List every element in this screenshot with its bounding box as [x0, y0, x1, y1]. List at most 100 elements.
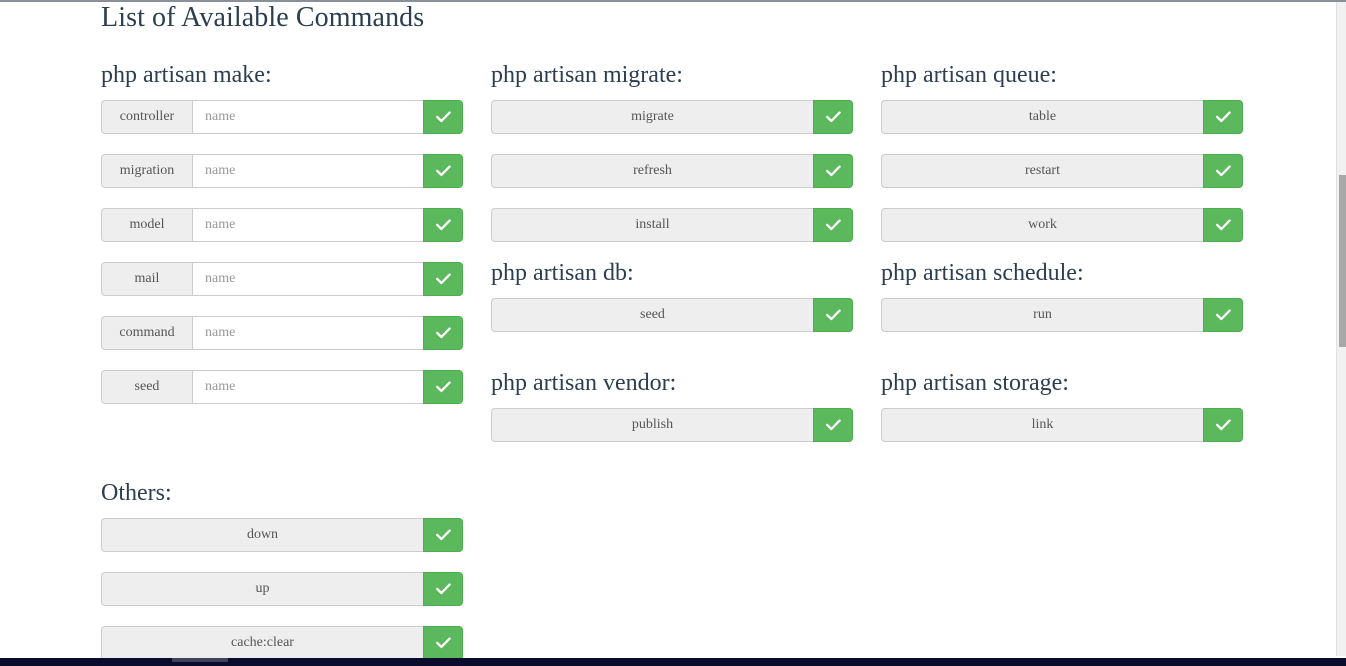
- check-icon: [826, 111, 841, 123]
- vertical-scrollbar[interactable]: [1336, 2, 1346, 656]
- section-schedule: php artisan schedule: run: [881, 258, 1243, 352]
- command-label-addon: command: [101, 316, 193, 350]
- section-make: php artisan make: controller migration mode…: [101, 60, 463, 424]
- run-command-button[interactable]: [1203, 208, 1243, 242]
- command-row: link: [881, 408, 1243, 442]
- command-label: seed: [491, 298, 813, 332]
- run-command-button[interactable]: [813, 100, 853, 134]
- check-icon: [436, 273, 451, 285]
- page-title: List of Available Commands: [101, 2, 424, 38]
- run-command-button[interactable]: [423, 100, 463, 134]
- section-title-schedule: php artisan schedule:: [881, 258, 1243, 288]
- command-label-addon: model: [101, 208, 193, 242]
- command-row: restart: [881, 154, 1243, 188]
- command-row: migration: [101, 154, 463, 188]
- check-icon: [436, 529, 451, 541]
- check-icon: [436, 165, 451, 177]
- run-command-button[interactable]: [813, 154, 853, 188]
- taskbar-item[interactable]: [172, 658, 228, 662]
- command-row: up: [101, 572, 463, 606]
- run-command-button[interactable]: [813, 208, 853, 242]
- command-label: refresh: [491, 154, 813, 188]
- check-icon: [436, 583, 451, 595]
- check-icon: [436, 637, 451, 649]
- taskbar: [0, 658, 1346, 666]
- run-command-button[interactable]: [1203, 298, 1243, 332]
- run-command-button[interactable]: [423, 316, 463, 350]
- command-row: install: [491, 208, 853, 242]
- section-title-others: Others:: [101, 478, 463, 508]
- section-migrate: php artisan migrate: migrate refresh instal…: [491, 60, 853, 262]
- command-label: down: [101, 518, 423, 552]
- command-row: migrate: [491, 100, 853, 134]
- run-command-button[interactable]: [423, 154, 463, 188]
- run-command-button[interactable]: [423, 370, 463, 404]
- check-icon: [826, 419, 841, 431]
- section-db: php artisan db: seed: [491, 258, 853, 352]
- command-label-addon: mail: [101, 262, 193, 296]
- run-command-button[interactable]: [423, 572, 463, 606]
- check-icon: [436, 327, 451, 339]
- command-row: seed: [491, 298, 853, 332]
- run-command-button[interactable]: [1203, 100, 1243, 134]
- command-label: install: [491, 208, 813, 242]
- command-row: cache:clear: [101, 626, 463, 658]
- page-content: List of Available Commands php artisan m…: [0, 2, 1336, 658]
- check-icon: [436, 219, 451, 231]
- command-row: mail: [101, 262, 463, 296]
- check-icon: [1216, 419, 1231, 431]
- check-icon: [826, 219, 841, 231]
- scrollbar-thumb[interactable]: [1339, 175, 1346, 347]
- section-title-migrate: php artisan migrate:: [491, 60, 853, 90]
- command-row: work: [881, 208, 1243, 242]
- command-label-addon: migration: [101, 154, 193, 188]
- run-command-button[interactable]: [423, 262, 463, 296]
- check-icon: [1216, 309, 1231, 321]
- name-input[interactable]: [193, 316, 423, 350]
- section-title-make: php artisan make:: [101, 60, 463, 90]
- name-input[interactable]: [193, 262, 423, 296]
- command-row: run: [881, 298, 1243, 332]
- command-label: table: [881, 100, 1203, 134]
- section-title-queue: php artisan queue:: [881, 60, 1243, 90]
- check-icon: [1216, 165, 1231, 177]
- command-row: model: [101, 208, 463, 242]
- run-command-button[interactable]: [813, 298, 853, 332]
- name-input[interactable]: [193, 208, 423, 242]
- check-icon: [1216, 219, 1231, 231]
- section-queue: php artisan queue: table restart work: [881, 60, 1243, 262]
- check-icon: [1216, 111, 1231, 123]
- command-row: controller: [101, 100, 463, 134]
- command-row: seed: [101, 370, 463, 404]
- command-row: down: [101, 518, 463, 552]
- command-label: work: [881, 208, 1203, 242]
- section-vendor: php artisan vendor: publish: [491, 368, 853, 462]
- command-label-addon: seed: [101, 370, 193, 404]
- check-icon: [826, 165, 841, 177]
- check-icon: [436, 381, 451, 393]
- check-icon: [436, 111, 451, 123]
- run-command-button[interactable]: [423, 626, 463, 658]
- name-input[interactable]: [193, 100, 423, 134]
- run-command-button[interactable]: [423, 518, 463, 552]
- command-label: up: [101, 572, 423, 606]
- name-input[interactable]: [193, 370, 423, 404]
- command-label: run: [881, 298, 1203, 332]
- name-input[interactable]: [193, 154, 423, 188]
- run-command-button[interactable]: [1203, 154, 1243, 188]
- section-title-vendor: php artisan vendor:: [491, 368, 853, 398]
- command-row: table: [881, 100, 1243, 134]
- section-title-db: php artisan db:: [491, 258, 853, 288]
- command-label: publish: [491, 408, 813, 442]
- run-command-button[interactable]: [423, 208, 463, 242]
- command-label: cache:clear: [101, 626, 423, 658]
- command-row: refresh: [491, 154, 853, 188]
- run-command-button[interactable]: [813, 408, 853, 442]
- check-icon: [826, 309, 841, 321]
- run-command-button[interactable]: [1203, 408, 1243, 442]
- command-row: publish: [491, 408, 853, 442]
- command-label: link: [881, 408, 1203, 442]
- command-row: command: [101, 316, 463, 350]
- command-label: restart: [881, 154, 1203, 188]
- command-label: migrate: [491, 100, 813, 134]
